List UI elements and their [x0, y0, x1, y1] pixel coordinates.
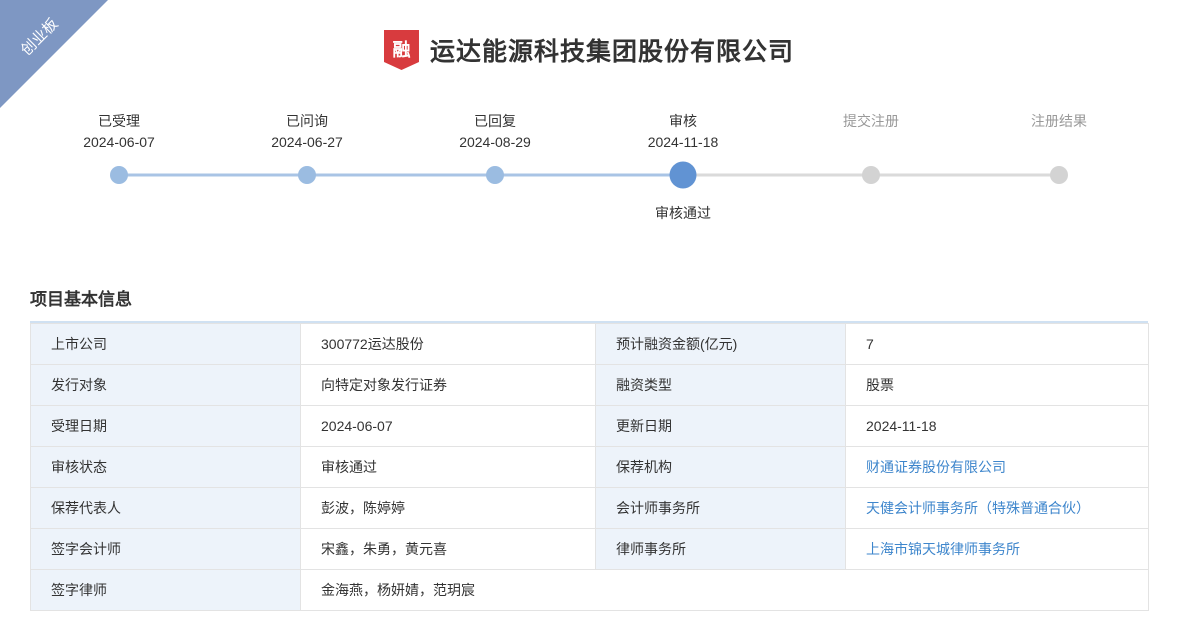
step-label: 已问询 — [213, 111, 401, 132]
step-date: 2024-06-07 — [25, 132, 213, 153]
table-row: 保荐代表人 彭波，陈婷婷 会计师事务所 天健会计师事务所（特殊普通合伙） — [31, 488, 1149, 529]
value-planned-amount: 7 — [846, 324, 1149, 365]
label-financing-type: 融资类型 — [596, 365, 846, 406]
timeline-step-replied: 已回复 2024-08-29 — [401, 111, 589, 223]
label-accounting-firm: 会计师事务所 — [596, 488, 846, 529]
step-label: 提交注册 — [777, 111, 965, 132]
table-row: 发行对象 向特定对象发行证券 融资类型 股票 — [31, 365, 1149, 406]
label-review-status: 审核状态 — [31, 447, 301, 488]
table-row: 签字会计师 宋鑫，朱勇，黄元喜 律师事务所 上海市锦天城律师事务所 — [31, 529, 1149, 570]
label-sponsor-reps: 保荐代表人 — [31, 488, 301, 529]
timeline-step-review: 审核 2024-11-18 审核通过 — [589, 111, 777, 223]
label-update-date: 更新日期 — [596, 406, 846, 447]
review-timeline: 已受理 2024-06-07 已问询 2024-06-27 已回复 2024-0… — [25, 111, 1153, 223]
label-accept-date: 受理日期 — [31, 406, 301, 447]
step-date: 2024-06-27 — [213, 132, 401, 153]
step-label: 审核 — [589, 111, 777, 132]
label-planned-amount: 预计融资金额(亿元) — [596, 324, 846, 365]
timeline-step-submit-registration: 提交注册 — [777, 111, 965, 223]
page-header: 融 运达能源科技集团股份有限公司 — [0, 29, 1178, 71]
timeline-step-registration-result: 注册结果 — [965, 111, 1153, 223]
step-dot-icon — [862, 166, 880, 184]
step-dot-icon — [110, 166, 128, 184]
step-dot-icon — [486, 166, 504, 184]
label-sponsor: 保荐机构 — [596, 447, 846, 488]
project-info-table: 上市公司 300772运达股份 预计融资金额(亿元) 7 发行对象 向特定对象发… — [30, 323, 1149, 611]
step-date: 2024-08-29 — [401, 132, 589, 153]
value-signing-accountants: 宋鑫，朱勇，黄元喜 — [301, 529, 596, 570]
step-label: 已回复 — [401, 111, 589, 132]
timeline-step-inquired: 已问询 2024-06-27 — [213, 111, 401, 223]
value-signing-lawyers: 金海燕，杨妍婧，范玥宸 — [301, 570, 1149, 611]
step-date — [965, 132, 1153, 153]
value-review-status: 审核通过 — [301, 447, 596, 488]
timeline-step-accepted: 已受理 2024-06-07 — [25, 111, 213, 223]
table-row: 上市公司 300772运达股份 预计融资金额(亿元) 7 — [31, 324, 1149, 365]
sponsor-link[interactable]: 财通证券股份有限公司 — [866, 459, 1006, 475]
label-issue-target: 发行对象 — [31, 365, 301, 406]
value-update-date: 2024-11-18 — [846, 406, 1149, 447]
step-label: 注册结果 — [965, 111, 1153, 132]
section-title-basic-info: 项目基本信息 — [30, 285, 1148, 323]
step-dot-icon — [670, 162, 697, 189]
law-firm-link[interactable]: 上海市锦天城律师事务所 — [866, 541, 1020, 557]
review-result-note: 审核通过 — [589, 203, 777, 223]
value-accept-date: 2024-06-07 — [301, 406, 596, 447]
rong-badge-icon: 融 — [384, 30, 419, 70]
step-dot-icon — [298, 166, 316, 184]
value-listed-company: 300772运达股份 — [301, 324, 596, 365]
step-date: 2024-11-18 — [589, 132, 777, 153]
accounting-firm-link[interactable]: 天健会计师事务所（特殊普通合伙） — [866, 500, 1090, 516]
label-signing-accountants: 签字会计师 — [31, 529, 301, 570]
step-dot-icon — [1050, 166, 1068, 184]
table-row: 审核状态 审核通过 保荐机构 财通证券股份有限公司 — [31, 447, 1149, 488]
value-issue-target: 向特定对象发行证券 — [301, 365, 596, 406]
page-title: 运达能源科技集团股份有限公司 — [430, 32, 794, 68]
label-law-firm: 律师事务所 — [596, 529, 846, 570]
table-row: 受理日期 2024-06-07 更新日期 2024-11-18 — [31, 406, 1149, 447]
step-date — [777, 132, 965, 153]
table-row: 签字律师 金海燕，杨妍婧，范玥宸 — [31, 570, 1149, 611]
label-signing-lawyers: 签字律师 — [31, 570, 301, 611]
value-sponsor-reps: 彭波，陈婷婷 — [301, 488, 596, 529]
label-listed-company: 上市公司 — [31, 324, 301, 365]
value-financing-type: 股票 — [846, 365, 1149, 406]
step-label: 已受理 — [25, 111, 213, 132]
